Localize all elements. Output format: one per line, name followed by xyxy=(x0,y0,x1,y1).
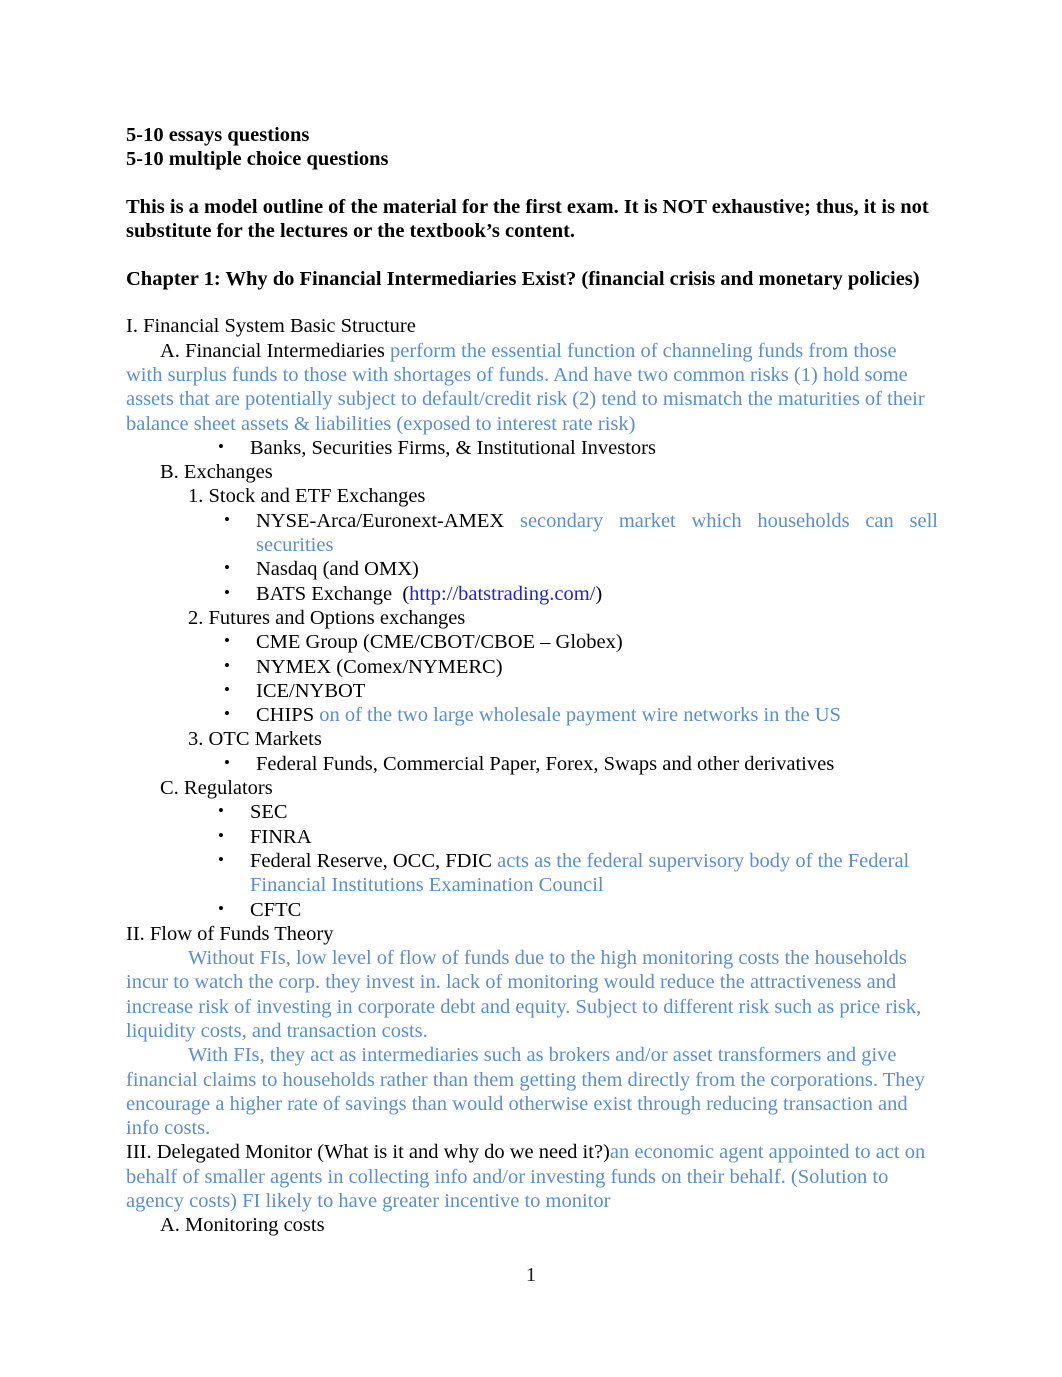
bullet-text: BATS Exchange xyxy=(256,582,393,605)
section-I-A-paragraph: A. Financial Intermediaries perform the … xyxy=(126,339,938,436)
bullet-text: NYMEX (Comex/NYMERC) xyxy=(256,655,503,678)
header-line-multiple-choice: 5-10 multiple choice questions xyxy=(126,147,389,170)
document-body: 5-10 essays questions 5-10 multiple choi… xyxy=(126,124,938,1238)
list-item: Federal Reserve, OCC, FDIC acts as the f… xyxy=(126,848,938,898)
list-item: CME Group (CME/CBOT/CBOE – Globex) xyxy=(126,629,938,654)
header-line-essays: 5-10 essays questions xyxy=(126,124,310,146)
section-I-B-group-1-label: 1. Stock and ETF Exchanges xyxy=(188,485,426,508)
section-II-paragraph-2: With FIs, they act as intermediaries suc… xyxy=(126,1044,925,1140)
section-III-paragraph: III. Delegated Monitor (What is it and w… xyxy=(126,1140,938,1213)
bullet-text: NYSE-Arca/Euronext-AMEX xyxy=(256,509,505,532)
bullet-text: CHIPS xyxy=(256,704,315,727)
list-item: CHIPS on of the two large wholesale paym… xyxy=(126,702,938,727)
bullet-text: Federal Reserve, OCC, FDIC xyxy=(250,849,492,872)
list-item: SEC xyxy=(126,799,938,824)
section-I-B-group-2-label: 2. Futures and Options exchanges xyxy=(188,606,466,629)
bullet-text: Banks, Securities Firms, & Institutional… xyxy=(250,436,656,459)
model-outline-note: This is a model outline of the material … xyxy=(126,195,929,242)
chapter-title: Chapter 1: Why do Financial Intermediari… xyxy=(126,267,920,290)
section-III-A-label: A. Monitoring costs xyxy=(160,1214,325,1237)
list-item: ICE/NYBOT xyxy=(126,678,938,703)
bullet-text: Federal Funds, Commercial Paper, Forex, … xyxy=(256,752,835,775)
bullet-text: ICE/NYBOT xyxy=(256,679,366,702)
section-I-C-label: C. Regulators xyxy=(160,777,273,800)
document-page: 5-10 essays questions 5-10 multiple choi… xyxy=(0,0,1062,1377)
list-item: Banks, Securities Firms, & Institutional… xyxy=(126,435,938,460)
link-paren-close: ) xyxy=(595,582,603,605)
bullet-text: CFTC xyxy=(250,898,302,921)
section-III-heading: III. Delegated Monitor (What is it and w… xyxy=(126,1141,610,1164)
list-item: Nasdaq (and OMX) xyxy=(126,556,938,581)
section-I-B-label: B. Exchanges xyxy=(160,461,273,484)
list-item: NYSE-Arca/Euronext-AMEX secondary market… xyxy=(126,508,938,558)
bullet-text: SEC xyxy=(250,801,288,824)
section-II-heading: II. Flow of Funds Theory xyxy=(126,922,334,945)
section-I-heading: I. Financial System Basic Structure xyxy=(126,315,416,338)
section-II-paragraph-1: Without FIs, low level of flow of funds … xyxy=(126,947,922,1042)
list-item: NYMEX (Comex/NYMERC) xyxy=(126,654,938,679)
list-item: BATS Exchange (http://batstrading.com/) xyxy=(126,581,938,606)
list-item: CFTC xyxy=(126,897,938,922)
bullet-annotation: on of the two large wholesale payment wi… xyxy=(319,704,841,727)
batstrading-link[interactable]: http://batstrading.com/ xyxy=(409,583,595,605)
list-item: FINRA xyxy=(126,824,938,849)
bullet-text: CME Group (CME/CBOT/CBOE – Globex) xyxy=(256,631,623,654)
section-I-B-group-3-label: 3. OTC Markets xyxy=(188,728,322,751)
bullet-text: FINRA xyxy=(250,825,312,848)
section-I-A-label: A. Financial Intermediaries xyxy=(160,339,385,362)
list-item: Federal Funds, Commercial Paper, Forex, … xyxy=(126,751,938,776)
page-number: 1 xyxy=(525,1264,537,1286)
bullet-text: Nasdaq (and OMX) xyxy=(256,558,419,581)
